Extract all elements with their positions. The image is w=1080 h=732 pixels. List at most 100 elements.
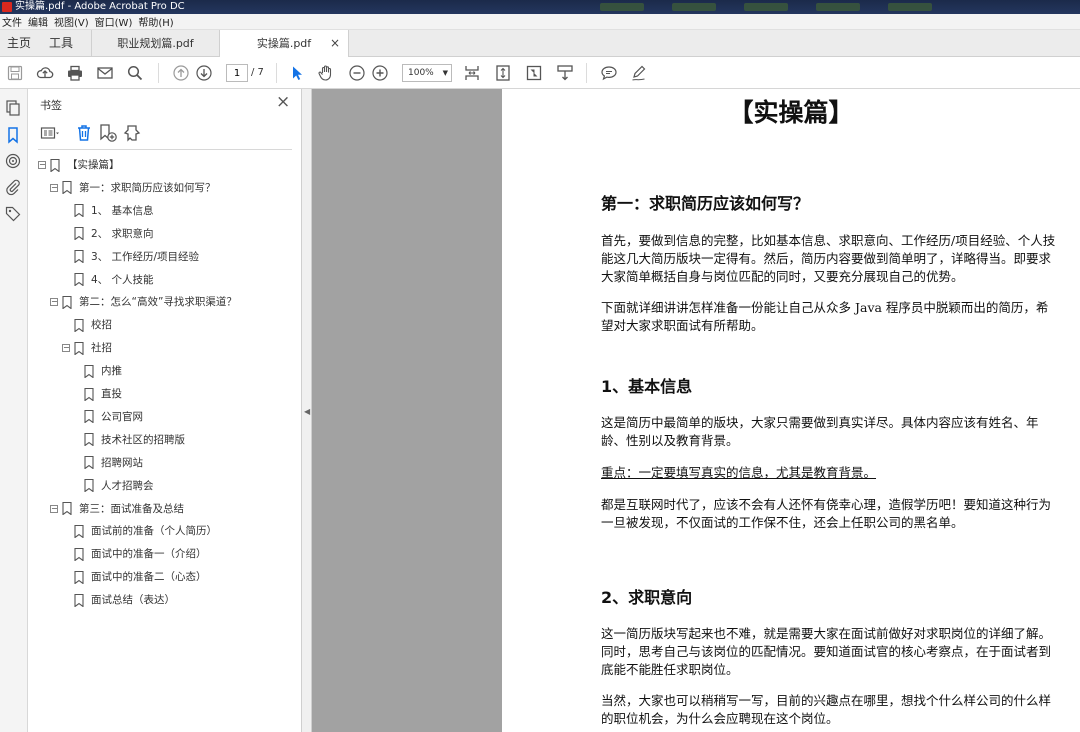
bookmark-icon bbox=[74, 204, 84, 218]
delete-bookmark-icon[interactable] bbox=[74, 123, 94, 143]
fit-width-icon[interactable] bbox=[463, 64, 481, 82]
tab-document-practice[interactable]: 实操篇.pdf × bbox=[219, 30, 349, 58]
tab-tools[interactable]: 工具 bbox=[49, 30, 73, 57]
bookmark-panel: 书签 × − 【实操篇】 − 第一：求职简历应该如何写？ 1、 基本信息 2、 求职意向 3… bbox=[28, 89, 302, 732]
bookmark-item[interactable]: 面试总结（表达） bbox=[62, 590, 175, 610]
panel-splitter[interactable]: ◀ bbox=[302, 89, 312, 732]
search-icon[interactable] bbox=[126, 64, 144, 82]
bookmark-item[interactable]: 校招 bbox=[62, 315, 112, 335]
bookmark-icon bbox=[74, 273, 84, 286]
bookmark-item[interactable]: 4、 个人技能 bbox=[62, 270, 154, 290]
window-title: 实操篇.pdf - Adobe Acrobat Pro DC bbox=[15, 1, 185, 12]
chevron-down-icon: ▼ bbox=[442, 69, 448, 77]
bookmark-label: 技术社区的招聘版 bbox=[101, 433, 185, 446]
bookmark-icon bbox=[84, 479, 94, 493]
bookmark-label: 内推 bbox=[101, 365, 122, 378]
bookmark-label: 校招 bbox=[91, 319, 112, 332]
bookmark-icon bbox=[62, 295, 72, 309]
zoom-out-icon[interactable] bbox=[348, 64, 366, 82]
page-down-icon[interactable] bbox=[195, 64, 213, 82]
bookmark-label: 面试前的准备（个人简历） bbox=[91, 525, 217, 538]
page-thumbnails-icon[interactable] bbox=[4, 99, 22, 117]
section-heading: 第一：求职简历应该如何写？ bbox=[601, 194, 810, 213]
bookmark-item[interactable]: 公司官网 bbox=[72, 407, 143, 427]
document-title: 【实操篇】 bbox=[728, 98, 854, 127]
page-number-input[interactable] bbox=[226, 64, 248, 82]
bookmark-label: 【实操篇】 bbox=[67, 159, 120, 171]
bookmark-icon bbox=[74, 250, 84, 264]
bookmark-item[interactable]: 招聘网站 bbox=[72, 453, 143, 473]
paragraph: 这是简历中最简单的版块，大家只需要做到真实详尽。具体内容应该有姓名、年龄、性别以… bbox=[601, 415, 1039, 448]
tab-bar: 主页 工具 职业规划篇.pdf 实操篇.pdf × bbox=[0, 30, 1080, 58]
highlight-paragraph: 重点：一定要填写真实的信息，尤其是教育背景。 bbox=[601, 465, 877, 480]
bookmark-item[interactable]: 直投 bbox=[72, 384, 122, 404]
menu-edit[interactable]: 编辑 bbox=[26, 14, 52, 29]
bookmark-label: 第三：面试准备及总结 bbox=[79, 502, 184, 515]
bookmark-icon bbox=[74, 227, 84, 241]
bookmark-label: 面试总结（表达） bbox=[91, 594, 175, 607]
comment-icon[interactable] bbox=[600, 64, 618, 82]
close-panel-button[interactable]: × bbox=[276, 93, 290, 111]
bookmark-item[interactable]: 2、 求职意向 bbox=[62, 224, 154, 244]
tab-home[interactable]: 主页 bbox=[7, 30, 31, 57]
collapse-toggle-icon[interactable]: − bbox=[62, 344, 70, 353]
mail-icon[interactable] bbox=[96, 64, 114, 82]
tab-close-button[interactable]: × bbox=[330, 30, 340, 57]
bookmark-item[interactable]: − 第二：怎么“高效”寻找求职渠道？ bbox=[50, 292, 237, 312]
bookmark-item[interactable]: 面试中的准备一（介绍） bbox=[62, 544, 207, 564]
bookmark-item[interactable]: 面试中的准备二（心态） bbox=[62, 567, 207, 587]
bookmark-item[interactable]: 人才招聘会 bbox=[72, 476, 154, 496]
bookmark-item[interactable]: − 第三：面试准备及总结 bbox=[50, 499, 184, 519]
bookmark-icon bbox=[74, 318, 84, 332]
toolbar-separator bbox=[586, 63, 587, 83]
bookmark-item[interactable]: − 第一：求职简历应该如何写？ bbox=[50, 178, 216, 198]
bookmark-item[interactable]: 1、 基本信息 bbox=[62, 201, 154, 221]
page-up-icon[interactable] bbox=[172, 64, 190, 82]
bookmark-item[interactable]: − 【实操篇】 bbox=[38, 155, 120, 175]
select-cursor-icon[interactable] bbox=[288, 64, 306, 82]
collapse-toggle-icon[interactable]: − bbox=[50, 183, 58, 192]
divider bbox=[38, 149, 292, 150]
bookmark-label: 1、 基本信息 bbox=[91, 204, 154, 217]
bookmark-item[interactable]: 技术社区的招聘版 bbox=[72, 430, 185, 450]
bookmark-panel-title: 书签 bbox=[40, 99, 62, 112]
bookmark-item[interactable]: − 社招 bbox=[62, 338, 112, 358]
menu-help[interactable]: 帮助(H) bbox=[136, 14, 177, 29]
expand-bookmark-icon[interactable] bbox=[122, 123, 142, 143]
collapse-arrow-icon[interactable]: ◀ bbox=[304, 407, 310, 416]
bookmark-icon bbox=[84, 410, 94, 424]
full-screen-icon[interactable] bbox=[525, 64, 543, 82]
menu-window[interactable]: 窗口(W) bbox=[93, 14, 137, 29]
zoom-select[interactable]: 100% ▼ bbox=[402, 64, 452, 82]
bookmark-item[interactable]: 内推 bbox=[72, 361, 122, 381]
page-total: / 7 bbox=[251, 67, 264, 78]
pen-icon[interactable] bbox=[630, 64, 648, 82]
attachment-icon[interactable] bbox=[4, 178, 22, 196]
bookmark-item[interactable]: 面试前的准备（个人简历） bbox=[62, 521, 217, 541]
collapse-toggle-icon[interactable]: − bbox=[50, 298, 58, 307]
upload-icon[interactable] bbox=[36, 64, 54, 82]
bookmark-label: 人才招聘会 bbox=[101, 479, 154, 492]
tab-document-career[interactable]: 职业规划篇.pdf bbox=[91, 30, 219, 57]
bookmark-options-icon[interactable] bbox=[40, 123, 60, 143]
collapse-toggle-icon[interactable]: − bbox=[50, 504, 58, 513]
menu-view[interactable]: 视图(V) bbox=[52, 14, 93, 29]
destinations-icon[interactable] bbox=[4, 152, 22, 170]
menu-file[interactable]: 文件 bbox=[0, 14, 26, 29]
new-bookmark-icon[interactable] bbox=[98, 123, 118, 143]
bookmark-icon bbox=[74, 547, 84, 561]
tag-icon[interactable] bbox=[4, 205, 22, 223]
collapse-toggle-icon[interactable]: − bbox=[38, 161, 46, 169]
bookmark-icon bbox=[74, 570, 84, 584]
fit-page-icon[interactable] bbox=[494, 64, 512, 82]
hand-icon[interactable] bbox=[317, 64, 335, 82]
scroll-mode-icon[interactable] bbox=[556, 64, 574, 82]
bookmark-toolbar bbox=[28, 119, 302, 149]
zoom-in-icon[interactable] bbox=[371, 64, 389, 82]
bookmark-panel-icon[interactable] bbox=[4, 126, 22, 144]
save-icon[interactable] bbox=[6, 64, 24, 82]
bookmark-icon bbox=[74, 524, 84, 538]
bookmark-label: 2、 求职意向 bbox=[91, 227, 154, 240]
bookmark-item[interactable]: 3、 工作经历/项目经验 bbox=[62, 247, 199, 267]
print-icon[interactable] bbox=[66, 64, 84, 82]
